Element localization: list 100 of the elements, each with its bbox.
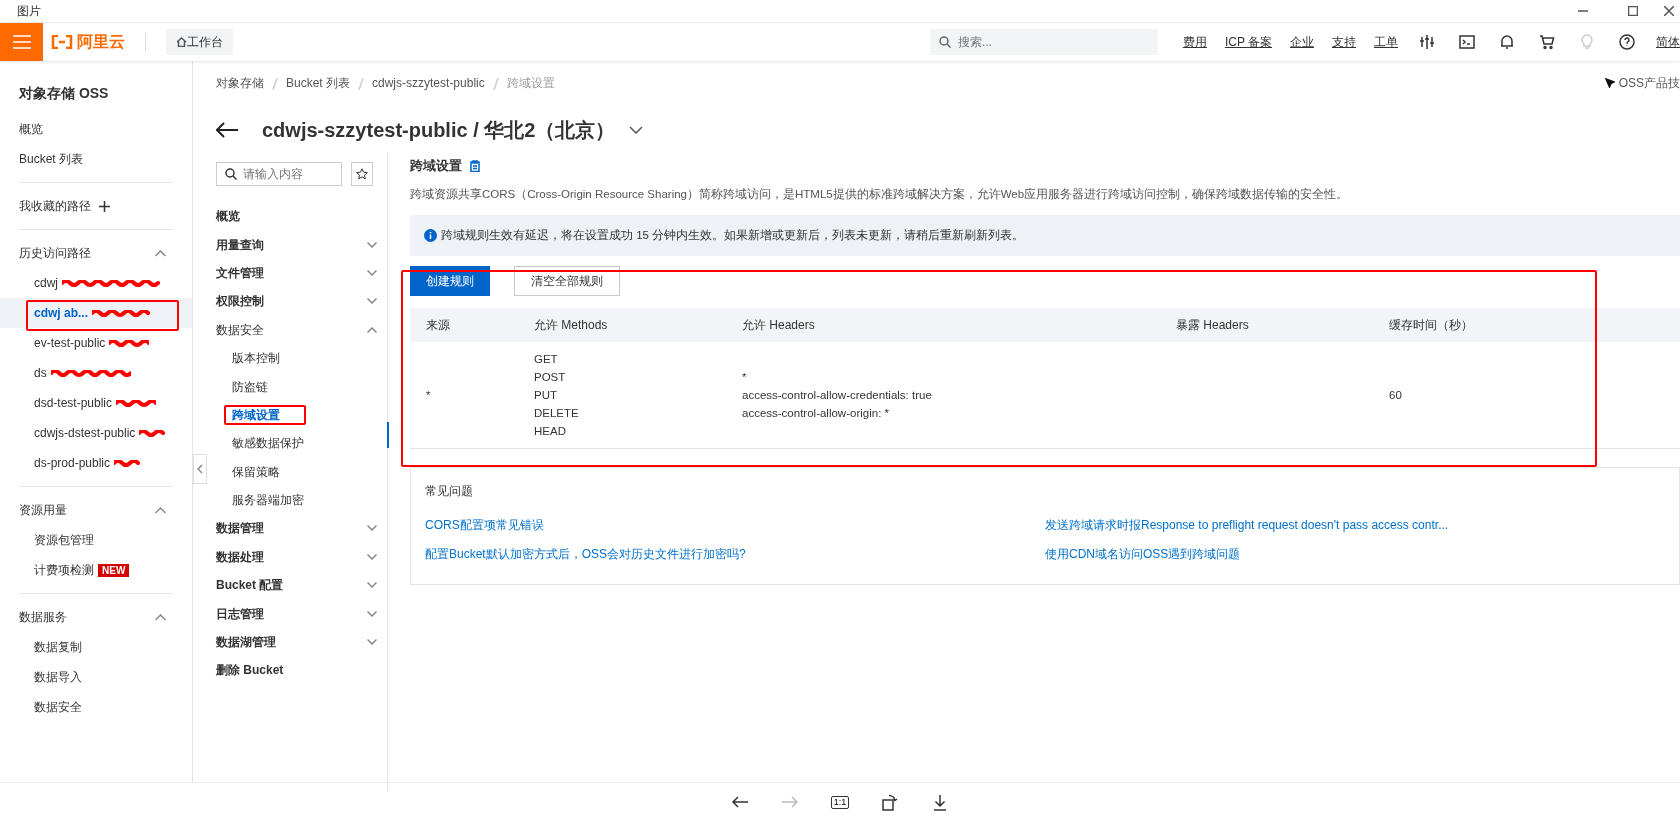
faq-link[interactable]: 配置Bucket默认加密方式后，OSS会对历史文件进行加密吗?: [425, 546, 746, 561]
sidebar-item[interactable]: cdwj: [0, 268, 192, 298]
search-field[interactable]: 请输入内容: [216, 162, 342, 186]
nav-link[interactable]: 企业: [1290, 33, 1314, 51]
menu-icon: [12, 35, 31, 49]
table-cell: *: [426, 388, 431, 401]
nav-item[interactable]: 数据处理: [216, 547, 264, 566]
nav-item[interactable]: 服务器端加密: [232, 491, 304, 510]
sidebar-item[interactable]: ev-test-public: [0, 328, 192, 358]
chevron-icon[interactable]: [155, 506, 166, 514]
nav-item[interactable]: 敏感数据保护: [232, 434, 304, 453]
separator-icon: [272, 77, 278, 90]
home-icon: [176, 37, 187, 47]
nav-item[interactable]: 保留策略: [232, 462, 280, 481]
column-header: 缓存时间（秒）: [1389, 316, 1473, 334]
chevron-icon[interactable]: [155, 613, 166, 621]
dropdown-icon[interactable]: [629, 126, 644, 134]
nav-link[interactable]: 支持: [1332, 33, 1356, 51]
chevron-icon[interactable]: [367, 639, 377, 646]
language-link[interactable]: 简体: [1656, 33, 1680, 51]
nav-item[interactable]: 跨域设置: [232, 405, 280, 424]
description-text: 跨域资源共享CORS（Cross-Origin Resource Sharing）简称跨域访问，是HTML5提供的标准跨域解决方案，允许Web应用服务器进行跨域访问控制，确保跨域数据传输的安全性。: [410, 186, 1350, 202]
chevron-icon[interactable]: [367, 582, 377, 589]
table-cell-text: access-control-allow-origin: *: [742, 405, 890, 421]
table-cell: 60: [1389, 388, 1402, 401]
menu-button[interactable]: [0, 23, 43, 61]
cart-icon[interactable]: [1539, 34, 1555, 50]
sidebar-heading: 历史访问路径: [19, 245, 91, 262]
sidebar-item[interactable]: 数据导入: [0, 662, 192, 692]
notice-text: 跨域规则生效有延迟，将在设置成功 15 分钟内生效。如果新增或更新后，列表未更新，请稍后重新刷新列表。: [441, 227, 1025, 243]
help-icon[interactable]: [1619, 34, 1635, 50]
logo-text: 阿里云: [77, 32, 125, 52]
sidebar-item[interactable]: 概览: [0, 114, 192, 144]
separator-icon: [358, 77, 365, 90]
search-field[interactable]: 搜索...: [929, 29, 1158, 55]
sidebar-item[interactable]: ds: [0, 358, 192, 388]
chevron-icon[interactable]: [367, 269, 377, 276]
close-icon[interactable]: [1664, 6, 1674, 16]
help-link[interactable]: OSS产品技: [1618, 74, 1680, 92]
nav-item[interactable]: 日志管理: [216, 604, 264, 623]
separator-icon: [492, 77, 499, 90]
nav-link[interactable]: 费用: [1182, 33, 1207, 51]
sidebar-item[interactable]: ds-prod-public: [0, 448, 192, 478]
rotate-icon[interactable]: [881, 793, 899, 812]
sidebar-item[interactable]: 资源包管理: [0, 525, 192, 555]
sidebar-title: 对象存储 OSS: [18, 84, 110, 103]
collapse-handle[interactable]: [193, 454, 207, 484]
nav-item[interactable]: 数据湖管理: [216, 633, 276, 652]
back-arrow-icon[interactable]: [216, 122, 238, 138]
item-label[interactable]: 计费项检测: [34, 563, 94, 577]
chevron-icon[interactable]: [367, 553, 377, 560]
chevron-icon[interactable]: [367, 241, 377, 248]
nav-item[interactable]: 用量查询: [216, 235, 264, 254]
nav-item[interactable]: Bucket 配置: [216, 576, 284, 595]
favorite-button[interactable]: [351, 162, 373, 186]
sidebar-item[interactable]: cdwjs-dstest-public: [0, 418, 192, 448]
chevron-icon[interactable]: [367, 298, 377, 305]
breadcrumb-link[interactable]: Bucket 列表: [286, 74, 351, 92]
workbench-button[interactable]: 工作台: [166, 29, 233, 55]
chevron-icon[interactable]: [155, 249, 166, 257]
sidebar-item[interactable]: 数据复制: [0, 632, 192, 662]
nav-item[interactable]: 版本控制: [232, 349, 280, 368]
nav-item[interactable]: 权限控制: [216, 292, 264, 311]
nav-item[interactable]: 数据管理: [216, 519, 264, 538]
maximize-icon[interactable]: [1628, 6, 1638, 16]
nav-item[interactable]: 概览: [216, 207, 240, 226]
nav-item[interactable]: 防盗链: [232, 377, 268, 396]
create-button[interactable]: 创建规则: [410, 265, 490, 296]
nav-link[interactable]: ICP 备案: [1224, 33, 1272, 51]
download-icon[interactable]: [931, 793, 949, 812]
column-header: 来源: [425, 316, 451, 334]
clear-button[interactable]: 清空全部规则: [514, 265, 620, 296]
clipboard-icon[interactable]: [470, 159, 480, 172]
nav-item[interactable]: 数据安全: [216, 320, 264, 339]
nav-item[interactable]: 文件管理: [216, 263, 264, 282]
faq-title: 常见问题: [425, 482, 474, 500]
sidebar-item[interactable]: cdwj ab...: [0, 298, 192, 328]
bell-icon[interactable]: [1499, 34, 1515, 50]
table-cell-text: DELETE: [534, 405, 580, 421]
pointer-icon: [1604, 78, 1615, 88]
column-header: 允许 Headers: [742, 316, 816, 334]
window-title: 图片: [17, 3, 41, 20]
chevron-icon[interactable]: [367, 326, 377, 333]
chevron-icon[interactable]: [367, 525, 377, 532]
sidebar-item[interactable]: 数据安全: [0, 692, 192, 722]
breadcrumb-link[interactable]: 对象存储: [216, 74, 264, 92]
faq-link[interactable]: CORS配置项常见错误: [425, 517, 544, 532]
nav-item[interactable]: 删除 Bucket: [216, 661, 284, 680]
breadcrumb-link[interactable]: cdwjs-szzytest-public: [372, 74, 485, 92]
terminal-icon[interactable]: [1459, 34, 1475, 50]
nav-link[interactable]: 工单: [1374, 33, 1398, 51]
faq-link[interactable]: 使用CDN域名访问OSS遇到跨域问题: [1045, 546, 1241, 561]
chevron-left-icon: [197, 464, 203, 474]
add-icon[interactable]: [99, 200, 110, 212]
logo-icon: [51, 35, 73, 49]
sidebar-item[interactable]: dsd-test-public: [0, 388, 192, 418]
chevron-icon[interactable]: [367, 610, 377, 617]
sidebar-item[interactable]: Bucket 列表: [0, 144, 192, 174]
actual-size-button[interactable]: 1:1: [828, 790, 852, 815]
faq-link[interactable]: 发送跨域请求时报Response to preflight request doesn't pass access contr...: [1045, 517, 1449, 532]
